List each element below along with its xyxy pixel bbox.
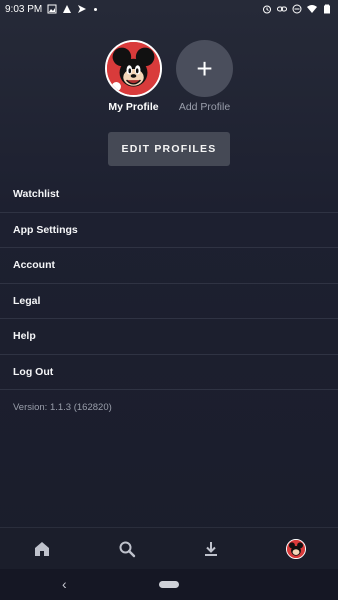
home-pill-button[interactable] bbox=[159, 581, 179, 588]
profile-avatar-icon bbox=[285, 538, 306, 559]
back-icon[interactable]: ‹ bbox=[62, 576, 67, 592]
nav-search[interactable] bbox=[107, 529, 147, 569]
menu-item-app-settings[interactable]: App Settings bbox=[0, 213, 338, 248]
wifi-icon bbox=[307, 4, 317, 14]
send-icon bbox=[77, 4, 87, 14]
download-icon bbox=[205, 541, 218, 556]
add-profile-button[interactable]: + bbox=[176, 40, 233, 97]
profile-switcher: My Profile + Add Profile bbox=[0, 40, 338, 113]
nav-downloads[interactable] bbox=[191, 529, 231, 569]
nav-profile[interactable] bbox=[276, 529, 316, 569]
menu-item-log-out[interactable]: Log Out bbox=[0, 355, 338, 390]
clock: 9:03 PM bbox=[5, 3, 43, 15]
nav-home[interactable] bbox=[22, 529, 62, 569]
settings-menu: Watchlist App Settings Account Legal Hel… bbox=[0, 177, 338, 390]
profile-label-add-profile: Add Profile bbox=[178, 101, 231, 113]
search-icon bbox=[119, 541, 135, 557]
link-icon bbox=[277, 4, 287, 14]
plus-icon: + bbox=[196, 52, 213, 84]
menu-item-legal[interactable]: Legal bbox=[0, 284, 338, 319]
profile-my-profile[interactable]: My Profile bbox=[105, 40, 162, 113]
menu-item-account[interactable]: Account bbox=[0, 248, 338, 284]
edit-profiles-button[interactable]: EDIT PROFILES bbox=[108, 132, 230, 166]
minus-circle-icon bbox=[292, 4, 302, 14]
system-navigation-bar: ‹ bbox=[0, 569, 338, 600]
bottom-nav bbox=[0, 527, 338, 569]
profile-label-my-profile: My Profile bbox=[108, 101, 159, 113]
alarm-icon bbox=[262, 4, 272, 14]
alert-icon bbox=[62, 4, 72, 14]
profile-add-profile[interactable]: + Add Profile bbox=[176, 40, 233, 113]
image-icon bbox=[47, 4, 57, 14]
dot-icon bbox=[94, 7, 98, 11]
status-bar: 9:03 PM bbox=[0, 0, 338, 18]
mickey-avatar[interactable] bbox=[105, 40, 162, 97]
menu-item-watchlist[interactable]: Watchlist bbox=[0, 177, 338, 213]
version-label: Version: 1.1.3 (162820) bbox=[13, 402, 112, 413]
home-icon bbox=[35, 541, 50, 556]
battery-icon bbox=[322, 4, 332, 14]
menu-item-help[interactable]: Help bbox=[0, 319, 338, 355]
